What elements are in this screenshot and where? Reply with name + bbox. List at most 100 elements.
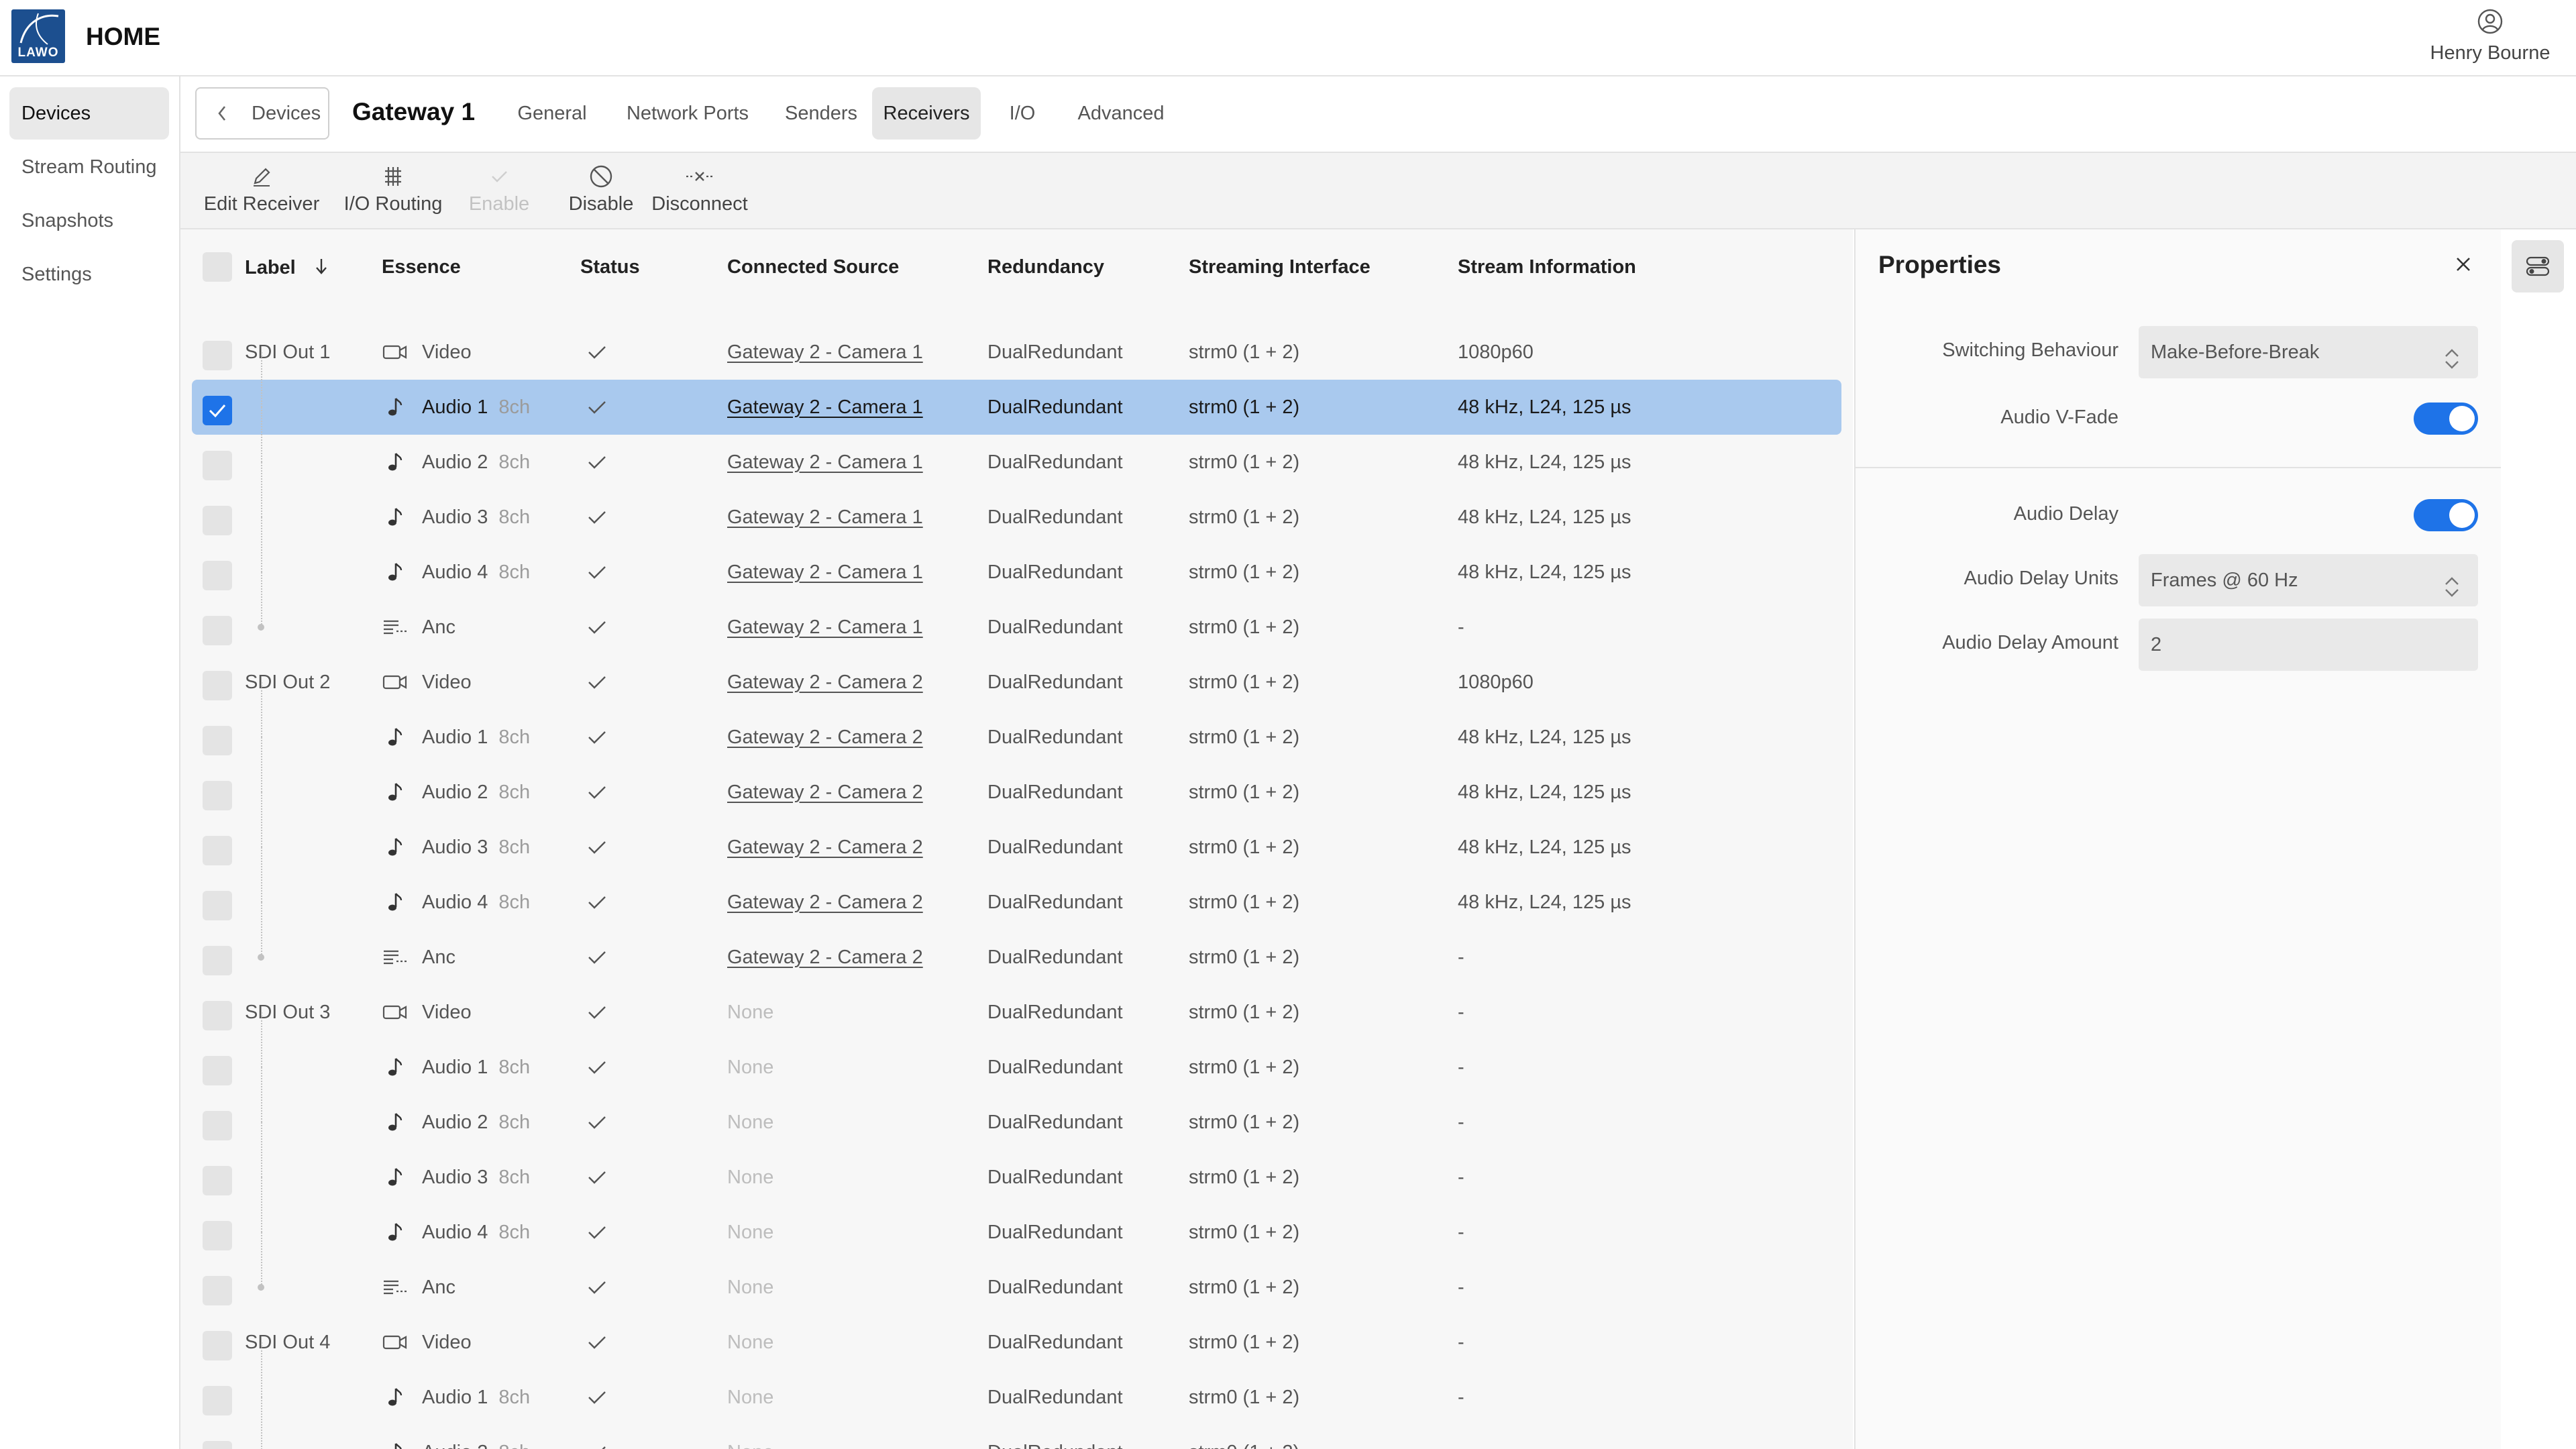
tab-senders[interactable]: Senders (771, 87, 871, 140)
right-rail (2501, 229, 2576, 1449)
row-checkbox[interactable] (203, 836, 232, 865)
checkbox-check-icon (209, 405, 226, 418)
tab-network-ports[interactable]: Network Ports (607, 87, 768, 140)
row-checkbox[interactable] (203, 341, 232, 370)
row-stream-information: 48 kHz, L24, 125 µs (1458, 782, 1631, 803)
row-connected-source: None (727, 1332, 774, 1353)
table-row[interactable]: Audio 2 8ch Gateway 2 - Camera 2 DualRedund… (180, 737, 1853, 820)
toggle-properties-button[interactable] (2512, 240, 2564, 292)
row-connected-source-link[interactable]: Gateway 2 - Camera 2 (727, 820, 923, 875)
row-connected-source-link[interactable]: Gateway 2 - Camera 2 (727, 930, 923, 985)
row-checkbox[interactable] (203, 1441, 232, 1449)
receivers-table: Label Essence Status Connected Source Re… (180, 229, 1853, 1449)
table-row[interactable]: Audio 1 8ch None DualRedundant strm0 (1 + 2)… (180, 1342, 1853, 1425)
close-properties-button[interactable] (2454, 255, 2473, 277)
audio-delay-units-select[interactable]: Frames @ 60 Hz (2139, 554, 2478, 606)
row-checkbox[interactable] (203, 1221, 232, 1250)
io-routing-button[interactable]: I/O Routing (329, 162, 457, 215)
table-row[interactable]: SDI Out 4 Video None DualRedundant strm0 (1 … (180, 1315, 1853, 1370)
sidebar-item-stream-routing[interactable]: Stream Routing (9, 141, 169, 193)
row-connected-source-link[interactable]: Gateway 2 - Camera 2 (727, 875, 923, 930)
audio-delay-amount-input[interactable]: 2 (2139, 619, 2478, 671)
row-stream-information: 48 kHz, L24, 125 µs (1458, 451, 1631, 473)
table-row[interactable]: Audio 1 8ch Gateway 2 - Camera 2 DualRedund… (180, 682, 1853, 765)
row-checkbox[interactable] (203, 561, 232, 590)
row-connected-source-link[interactable]: Gateway 2 - Camera 1 (727, 380, 923, 435)
row-streaming-interface: strm0 (1 + 2) (1189, 341, 1300, 363)
disconnect-button[interactable]: Disconnect (646, 162, 753, 215)
row-checkbox[interactable] (203, 891, 232, 920)
row-status (586, 507, 608, 527)
lawo-logo[interactable]: LAWO (11, 9, 65, 63)
table-row[interactable]: Anc Gateway 2 - Camera 1 DualRedundant strm… (180, 572, 1853, 655)
row-status (586, 672, 608, 692)
row-checkbox[interactable] (203, 781, 232, 810)
audio-vfade-toggle[interactable] (2414, 402, 2478, 435)
edit-receiver-button[interactable]: Edit Receiver (191, 162, 332, 215)
row-checkbox[interactable] (203, 726, 232, 755)
table-row[interactable]: Audio 4 8ch None DualRedundant strm0 (1 + 2)… (180, 1177, 1853, 1260)
row-checkbox[interactable] (203, 1001, 232, 1030)
switching-behaviour-select[interactable]: Make-Before-Break (2139, 326, 2478, 378)
tree-guide-line (261, 1342, 262, 1397)
header-label[interactable]: Label (245, 256, 329, 279)
table-row[interactable]: SDI Out 2 Video Gateway 2 - Camera 2 DualRe… (180, 655, 1853, 710)
table-row[interactable]: SDI Out 1 Video Gateway 2 - Camera 1 DualRe… (180, 325, 1853, 380)
row-checkbox[interactable] (203, 946, 232, 975)
row-checkbox[interactable] (203, 1386, 232, 1415)
back-to-devices-button[interactable]: Devices (195, 87, 329, 140)
row-connected-source-link[interactable]: Gateway 2 - Camera 2 (727, 765, 923, 820)
row-checkbox[interactable] (203, 506, 232, 535)
sidebar-item-settings[interactable]: Settings (9, 248, 169, 301)
select-all-checkbox[interactable] (203, 252, 232, 282)
table-row[interactable]: Audio 3 8ch None DualRedundant strm0 (1 + 2)… (180, 1122, 1853, 1205)
row-connected-source-link[interactable]: Gateway 2 - Camera 1 (727, 600, 923, 655)
row-checkbox[interactable] (203, 451, 232, 480)
row-connected-source-link[interactable]: Gateway 2 - Camera 1 (727, 435, 923, 490)
row-connected-source: None (727, 1112, 774, 1133)
table-row[interactable]: Audio 2 8ch None DualRedundant strm0 (1 + 2)… (180, 1397, 1853, 1449)
disable-button[interactable]: Disable (551, 162, 651, 215)
tab-receivers[interactable]: Receivers (872, 87, 981, 140)
table-row[interactable]: Audio 3 8ch Gateway 2 - Camera 1 DualRedund… (180, 462, 1853, 545)
row-connected-source-link[interactable]: Gateway 2 - Camera 2 (727, 655, 923, 710)
properties-title: Properties (1878, 251, 2002, 278)
table-row[interactable]: SDI Out 3 Video None DualRedundant strm0 (1 … (180, 985, 1853, 1040)
tab-general[interactable]: General (502, 87, 602, 140)
table-row[interactable]: Anc None DualRedundant strm0 (1 + 2) - (180, 1232, 1853, 1315)
sidebar-item-snapshots[interactable]: Snapshots (9, 195, 169, 247)
row-checkbox[interactable] (203, 1166, 232, 1195)
table-row[interactable]: Audio 1 8ch Gateway 2 - Camera 1 DualRedund… (192, 352, 1841, 435)
table-row[interactable]: Audio 4 8ch Gateway 2 - Camera 2 DualRedund… (180, 847, 1853, 930)
row-connected-source-link[interactable]: Gateway 2 - Camera 1 (727, 490, 923, 545)
sidebar-item-devices[interactable]: Devices (9, 87, 169, 140)
row-checkbox[interactable] (203, 1111, 232, 1140)
tab-advanced[interactable]: Advanced (1063, 87, 1179, 140)
row-checkbox[interactable] (203, 616, 232, 645)
row-checkbox[interactable] (203, 1276, 232, 1305)
status-ok-check-icon (588, 1006, 606, 1019)
table-row[interactable]: Audio 3 8ch Gateway 2 - Camera 2 DualRedund… (180, 792, 1853, 875)
row-essence: Audio 2 8ch (382, 435, 530, 490)
table-row[interactable]: Audio 1 8ch None DualRedundant strm0 (1 + 2)… (180, 1012, 1853, 1095)
row-connected-source-link[interactable]: Gateway 2 - Camera 2 (727, 710, 923, 765)
row-connected-source: None (727, 1387, 774, 1408)
table-row[interactable]: Audio 2 8ch Gateway 2 - Camera 1 DualRedund… (180, 407, 1853, 490)
row-connected-source-link[interactable]: Gateway 2 - Camera 1 (727, 325, 923, 380)
table-row[interactable]: Anc Gateway 2 - Camera 2 DualRedundant strm… (180, 902, 1853, 985)
tab-io[interactable]: I/O (985, 87, 1059, 140)
row-checkbox[interactable] (203, 671, 232, 700)
enable-button[interactable]: Enable (455, 162, 543, 215)
row-stream-information: - (1458, 1387, 1464, 1408)
table-row[interactable]: Audio 2 8ch None DualRedundant strm0 (1 + 2)… (180, 1067, 1853, 1150)
row-status (586, 1332, 608, 1352)
row-checkbox[interactable] (203, 396, 232, 425)
row-streaming-interface: strm0 (1 + 2) (1189, 1387, 1300, 1408)
row-checkbox[interactable] (203, 1056, 232, 1085)
row-stream-information: - (1458, 1167, 1464, 1188)
row-connected-source-link[interactable]: Gateway 2 - Camera 1 (727, 545, 923, 600)
audio-delay-toggle[interactable] (2414, 499, 2478, 531)
user-menu[interactable]: Henry Bourne (2416, 8, 2564, 64)
table-row[interactable]: Audio 4 8ch Gateway 2 - Camera 1 DualRedund… (180, 517, 1853, 600)
row-checkbox[interactable] (203, 1331, 232, 1360)
